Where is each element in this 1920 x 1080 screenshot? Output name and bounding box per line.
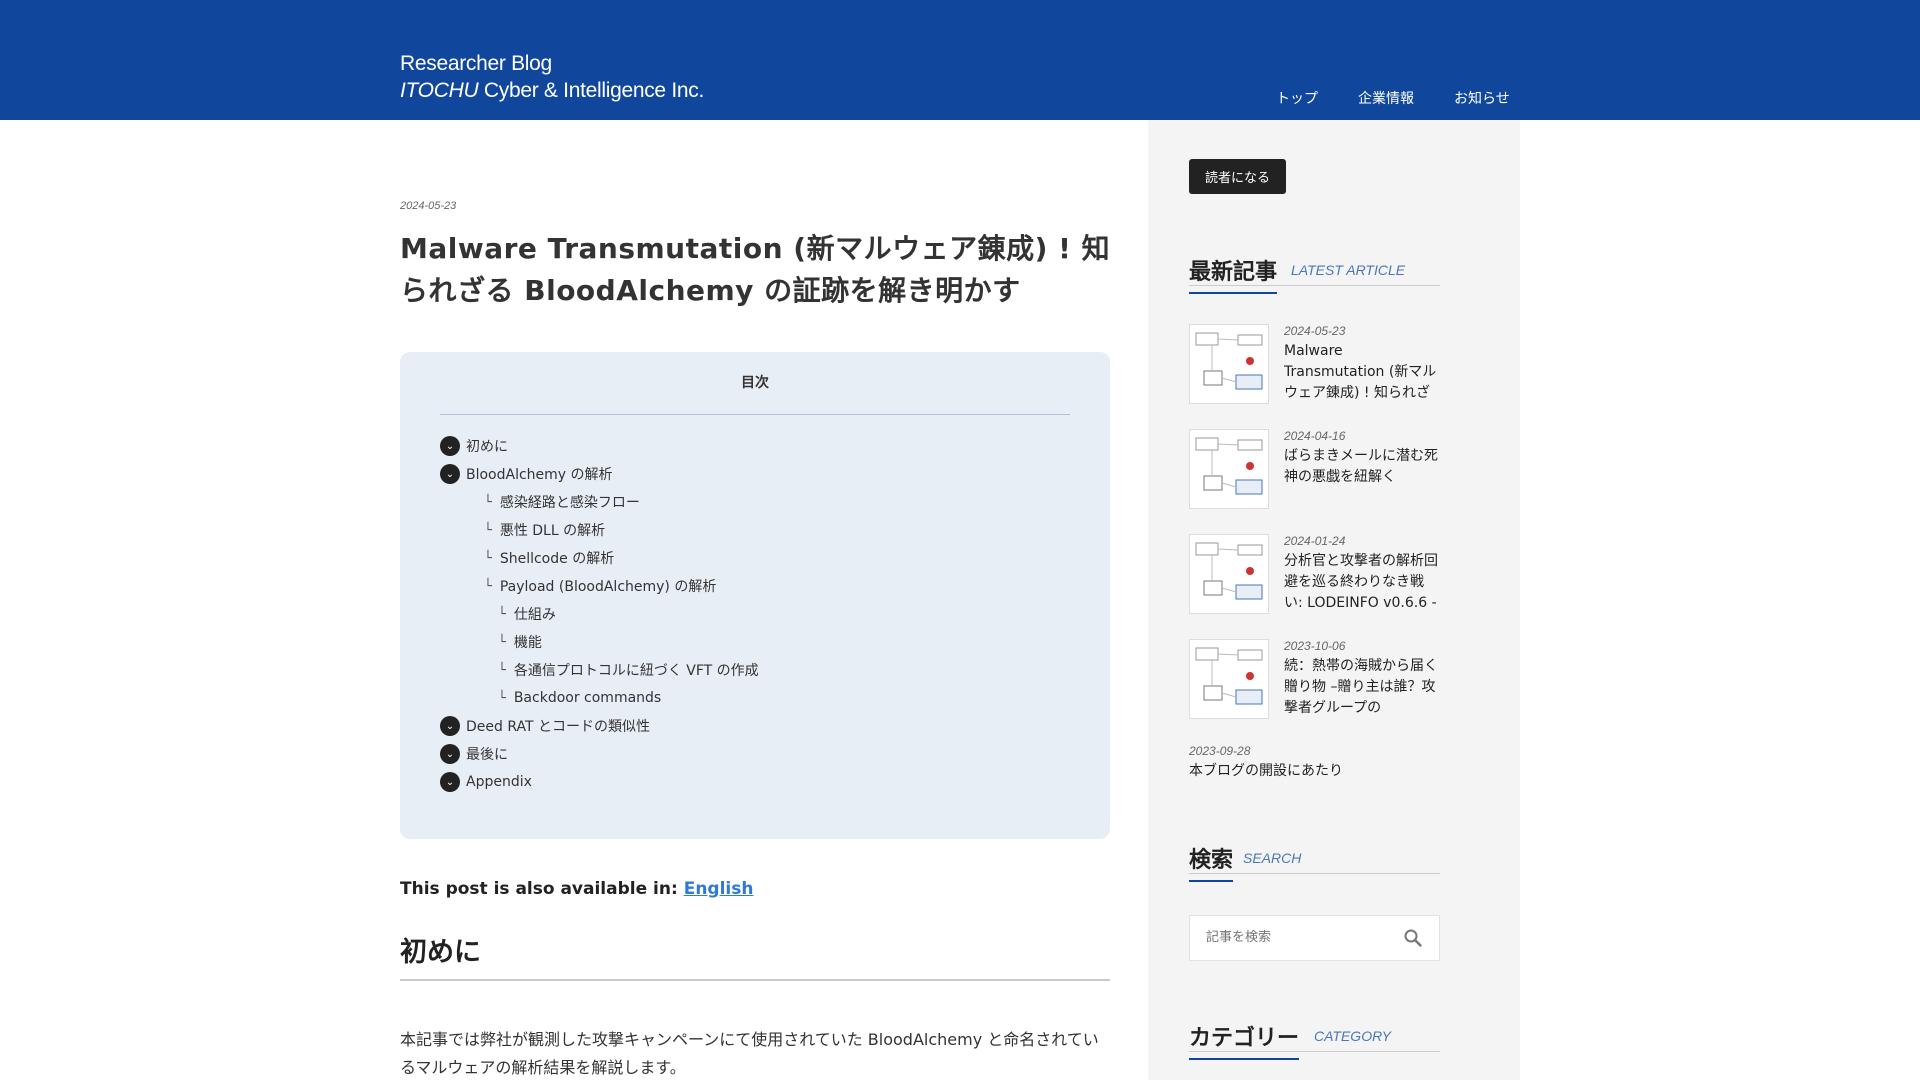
- article-meta: 2023-10-06 続：熱帯の海賊から届く贈り物 –贈り主は誰？攻撃者グループの: [1284, 639, 1440, 719]
- tree-branch-icon: └: [498, 606, 506, 622]
- toc-item[interactable]: ⌄ 初めに: [440, 432, 1070, 460]
- chevron-down-icon: ⌄: [440, 436, 460, 456]
- article-thumbnail[interactable]: [1189, 639, 1269, 719]
- toc-item[interactable]: ⌄ BloodAlchemy の解析: [440, 460, 1070, 488]
- search-input[interactable]: [1206, 929, 1396, 944]
- toc-item[interactable]: └ 感染経路と感染フロー: [440, 488, 1070, 516]
- article-title-link[interactable]: 本ブログの開設にあたり: [1189, 761, 1440, 782]
- toc-item-label: Appendix: [466, 774, 532, 790]
- article-title-link[interactable]: 続：熱帯の海賊から届く贈り物 –贈り主は誰？攻撃者グループの: [1284, 656, 1440, 719]
- latest-article-list: 2024-05-23 Malware Transmutation (新マルウェア錬…: [1189, 324, 1440, 849]
- category-heading-jp: カテゴリー: [1189, 1020, 1300, 1060]
- tree-branch-icon: └: [484, 550, 492, 566]
- tree-branch-icon: └: [498, 662, 506, 678]
- toc-item[interactable]: └ 仕組み: [440, 600, 1070, 628]
- article-title-link[interactable]: Malware Transmutation (新マルウェア錬成) ! 知られざる: [1284, 341, 1440, 404]
- site-subtitle[interactable]: ITOCHU Cyber & Intelligence Inc.: [400, 77, 704, 104]
- subtitle-italic: ITOCHU: [400, 79, 479, 102]
- category-heading: カテゴリー CATEGORY: [1189, 1018, 1440, 1060]
- latest-article-item[interactable]: 2024-04-16 ばらまきメールに潜む死神の悪戯を紐解く: [1189, 429, 1440, 534]
- article-meta: 2024-01-24 分析官と攻撃者の解析回避を巡る終わりなき戦い: LODEIN…: [1284, 534, 1440, 614]
- chevron-down-icon: ⌄: [440, 772, 460, 792]
- toc-item[interactable]: ⌄ Deed RAT とコードの類似性: [440, 712, 1070, 740]
- article-meta: 2023-09-28 本ブログの開設にあたり: [1189, 744, 1440, 782]
- latest-article-item[interactable]: 2023-10-06 続：熱帯の海賊から届く贈り物 –贈り主は誰？攻撃者グループの: [1189, 639, 1440, 744]
- tree-branch-icon: └: [484, 522, 492, 538]
- toc-item[interactable]: ⌄ Appendix: [440, 768, 1070, 796]
- article-thumbnail[interactable]: [1189, 429, 1269, 509]
- language-notice-text: This post is also available in:: [400, 879, 678, 899]
- english-link[interactable]: English: [684, 879, 754, 899]
- nav-top[interactable]: トップ: [1276, 88, 1318, 108]
- article-date: 2024-01-24: [1284, 534, 1346, 548]
- article-date: 2024-04-16: [1284, 429, 1346, 443]
- nav-news[interactable]: お知らせ: [1454, 88, 1510, 108]
- article-thumbnail[interactable]: [1189, 324, 1269, 404]
- toc-divider: [440, 414, 1070, 415]
- site-title[interactable]: Researcher Blog: [400, 50, 704, 77]
- section-heading: 初めに: [400, 930, 1110, 981]
- article-title-link[interactable]: 分析官と攻撃者の解析回避を巡る終わりなき戦い: LODEINFO v0.6.6 …: [1284, 551, 1440, 614]
- article-date: 2023-09-28: [1189, 744, 1251, 758]
- subtitle-rest: Cyber & Intelligence Inc.: [483, 79, 704, 102]
- site-header: Researcher Blog ITOCHU Cyber & Intellige…: [0, 0, 1920, 120]
- toc-item[interactable]: └ 悪性 DLL の解析: [440, 516, 1070, 544]
- article-title-link[interactable]: ばらまきメールに潜む死神の悪戯を紐解く: [1284, 446, 1440, 488]
- search-box: [1189, 915, 1440, 961]
- toc-item[interactable]: └ Backdoor commands: [440, 684, 1070, 712]
- latest-articles-heading: 最新記事 LATEST ARTICLE: [1189, 252, 1440, 294]
- latest-article-item[interactable]: 2024-05-23 Malware Transmutation (新マルウェア錬…: [1189, 324, 1440, 429]
- nav-company[interactable]: 企業情報: [1358, 88, 1414, 108]
- chevron-down-icon: ⌄: [440, 716, 460, 736]
- chevron-down-icon: ⌄: [440, 744, 460, 764]
- search-heading: 検索 SEARCH: [1189, 840, 1440, 882]
- article-paragraph: 本記事では弊社が観測した攻撃キャンペーンにて使用されていた BloodAlche…: [400, 1030, 1099, 1077]
- article-date: 2024-05-23: [1284, 324, 1346, 338]
- toc-title: 目次: [741, 375, 769, 391]
- article-thumbnail[interactable]: [1189, 534, 1269, 614]
- article-meta: 2024-04-16 ばらまきメールに潜む死神の悪戯を紐解く: [1284, 429, 1440, 488]
- toc-item-label: Shellcode の解析: [499, 551, 615, 567]
- toc-item-label: 初めに: [466, 439, 508, 455]
- article-date: 2023-10-06: [1284, 639, 1346, 653]
- language-notice: This post is also available in: English: [400, 879, 753, 899]
- search-heading-jp: 検索: [1189, 842, 1234, 882]
- toc-item[interactable]: └ Shellcode の解析: [440, 544, 1070, 572]
- toc-item[interactable]: └ Payload (BloodAlchemy) の解析: [440, 572, 1070, 600]
- toc-item-label: 仕組み: [513, 607, 556, 623]
- toc-item-label: Payload (BloodAlchemy) の解析: [499, 579, 717, 595]
- tree-branch-icon: └: [498, 634, 506, 650]
- toc-item-label: 最後に: [466, 747, 508, 763]
- table-of-contents: 目次 ⌄ 初めに ⌄ BloodAlchemy の解析 └ 感染経路と感染フロー └ 悪性 D…: [400, 352, 1110, 839]
- toc-item-label: Deed RAT とコードの類似性: [466, 719, 650, 735]
- toc-item-label: BloodAlchemy の解析: [466, 467, 613, 483]
- chevron-down-icon: ⌄: [440, 464, 460, 484]
- site-logo[interactable]: Researcher Blog ITOCHU Cyber & Intellige…: [400, 50, 704, 104]
- toc-item[interactable]: └ 各通信プロトコルに紐づく VFT の作成: [440, 656, 1070, 684]
- tree-branch-icon: └: [484, 578, 492, 594]
- latest-heading-jp: 最新記事: [1189, 254, 1278, 294]
- latest-article-item[interactable]: 2023-09-28 本ブログの開設にあたり: [1189, 744, 1440, 849]
- toc-item[interactable]: ⌄ 最後に: [440, 740, 1070, 768]
- search-heading-en: SEARCH: [1243, 850, 1302, 866]
- latest-article-item[interactable]: 2024-01-24 分析官と攻撃者の解析回避を巡る終わりなき戦い: LODEIN…: [1189, 534, 1440, 639]
- toc-item-label: 感染経路と感染フロー: [499, 495, 640, 511]
- toc-item-label: Backdoor commands: [513, 690, 662, 706]
- toc-item-label: 悪性 DLL の解析: [499, 523, 606, 539]
- category-heading-en: CATEGORY: [1314, 1028, 1392, 1044]
- toc-item-label: 各通信プロトコルに紐づく VFT の作成: [513, 663, 759, 679]
- search-icon[interactable]: [1403, 928, 1423, 948]
- toc-list: ⌄ 初めに ⌄ BloodAlchemy の解析 └ 感染経路と感染フロー └ 悪性 DLL …: [440, 432, 1070, 796]
- subscribe-button[interactable]: 読者になる: [1189, 159, 1287, 194]
- global-nav: トップ 企業情報 お知らせ: [1276, 88, 1510, 108]
- tree-branch-icon: └: [498, 690, 506, 706]
- article-date: 2024-05-23: [400, 200, 457, 212]
- tree-branch-icon: └: [484, 494, 492, 510]
- toc-item[interactable]: └ 機能: [440, 628, 1070, 656]
- article-title: Malware Transmutation (新マルウェア錬成) ! 知られざる…: [400, 232, 1111, 307]
- latest-heading-en: LATEST ARTICLE: [1291, 262, 1406, 278]
- article-meta: 2024-05-23 Malware Transmutation (新マルウェア錬…: [1284, 324, 1440, 404]
- toc-item-label: 機能: [513, 635, 542, 651]
